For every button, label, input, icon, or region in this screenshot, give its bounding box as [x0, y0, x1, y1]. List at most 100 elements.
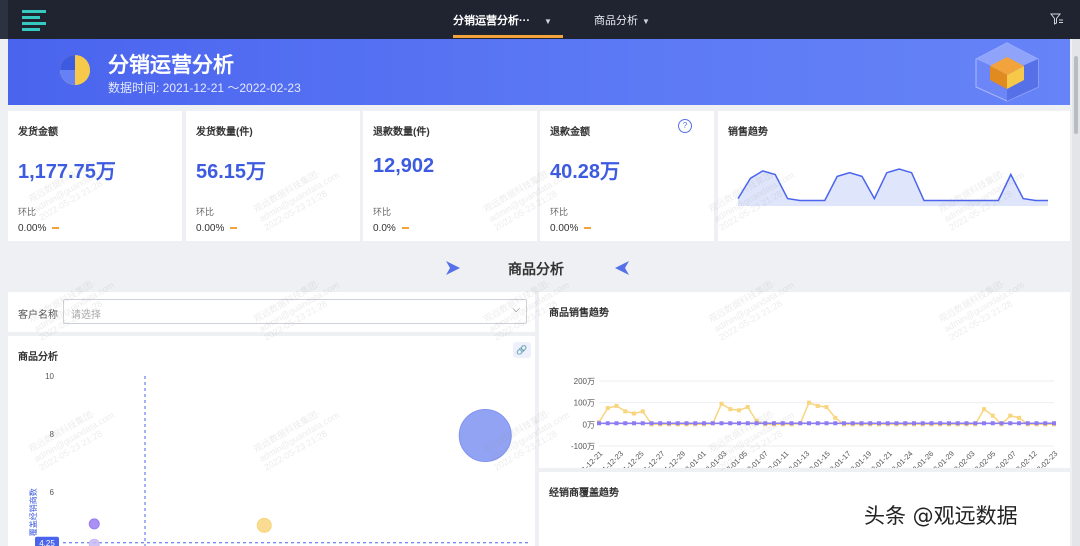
flat-trend-icon: [230, 227, 238, 230]
flat-trend-icon: [584, 227, 592, 230]
data-point: [920, 421, 925, 426]
kpi-ratio: 0.00%: [196, 223, 238, 234]
kpi-ratio-value: 0.00%: [550, 223, 579, 234]
flat-trend-icon: [52, 227, 60, 230]
data-point: [684, 421, 689, 426]
select-placeholder: 请选择: [71, 310, 101, 321]
data-point: [1052, 421, 1056, 426]
product-sales-line-chart[interactable]: 200万100万0万-100万2021-12-212021-12-232021-…: [539, 292, 1070, 468]
kpi-label: 发货数量(件): [196, 127, 253, 138]
data-point: [990, 421, 995, 426]
scrollbar-thumb[interactable]: [1074, 56, 1078, 134]
data-point: [614, 403, 619, 408]
kpi-ratio: 0.0%: [373, 223, 409, 234]
data-point: [649, 421, 654, 426]
data-point: [745, 405, 750, 409]
kpi-ratio-label: 环比: [373, 207, 392, 217]
tab-product-analysis[interactable]: 商品分析 ▼: [594, 12, 650, 28]
sales-trend-sparkline[interactable]: [718, 111, 1070, 241]
help-icon[interactable]: ?: [678, 119, 692, 133]
data-time-range: 数据时间: 2021-12-21 ～2022-02-23: [108, 81, 301, 95]
arrow-right-icon: [446, 261, 460, 275]
data-point: [702, 421, 706, 426]
data-point: [982, 421, 986, 426]
kpi-card-refund-quantity: 退款数量(件) 12,902 环比 0.0%: [363, 111, 537, 241]
menu-logo-icon[interactable]: [20, 7, 50, 33]
data-point: [737, 421, 741, 426]
scatter-point: [256, 517, 272, 533]
y-axis-label: 覆盖经销商数: [28, 488, 38, 536]
scatter-point: [88, 538, 100, 546]
kpi-label: 退款金额: [550, 127, 590, 138]
customer-select[interactable]: 请选择 ⌵: [63, 299, 527, 324]
data-point: [640, 409, 645, 414]
sparkline-area: [738, 169, 1048, 206]
data-point: [850, 421, 855, 426]
data-point: [632, 421, 636, 426]
data-point: [597, 421, 601, 426]
data-point: [1008, 421, 1013, 426]
kpi-value: 1,177.75万: [18, 161, 116, 183]
kpi-value: 40.28万: [550, 161, 621, 183]
data-point: [658, 421, 663, 426]
chevron-down-icon: ▼: [544, 17, 552, 26]
data-point: [999, 421, 1004, 426]
kpi-ratio-label: 环比: [196, 207, 215, 217]
kpi-ratio-label: 环比: [550, 207, 569, 217]
kpi-ratio-value: 0.00%: [18, 223, 47, 234]
data-point: [982, 407, 986, 412]
data-point: [947, 421, 951, 426]
data-point: [807, 421, 811, 426]
data-point: [955, 421, 960, 426]
kpi-label: 退款数量(件): [373, 127, 430, 138]
kpi-ratio: 0.00%: [550, 223, 592, 234]
flat-trend-icon: [401, 227, 409, 230]
filter-icon[interactable]: [1050, 12, 1064, 26]
top-nav-bar: 分销运营分析··· ▼ 商品分析 ▼: [0, 0, 1080, 39]
product-scatter-chart[interactable]: 10 8 6 覆盖经销商数4.25: [8, 336, 535, 546]
kpi-value: 56.15万: [196, 161, 267, 183]
data-point: [815, 421, 820, 426]
data-point: [737, 408, 741, 413]
cube-illustration-icon: [975, 42, 1039, 102]
product-sales-trend-card: 商品销售趋势 200万 100万 0万 -100万 2021-12-21 2021-12-…: [539, 292, 1070, 468]
data-point: [824, 421, 829, 426]
data-point: [772, 421, 776, 426]
data-point: [938, 421, 943, 426]
data-point: [894, 421, 899, 426]
data-point: [815, 403, 820, 408]
data-point: [605, 421, 610, 426]
data-point: [798, 421, 803, 426]
data-point: [754, 421, 759, 426]
active-tab-indicator: [453, 35, 563, 38]
kpi-ratio-value: 0.0%: [373, 223, 396, 234]
chevron-down-icon: ⌵: [512, 304, 520, 315]
data-point: [1025, 421, 1030, 426]
kpi-card-refund-amount: 退款金额 ? 40.28万 环比 0.00%: [540, 111, 714, 241]
data-point: [710, 421, 715, 426]
kpi-label: 发货金额: [18, 127, 58, 138]
kpi-ratio-label: 环比: [18, 207, 37, 217]
tab-distribution-analysis[interactable]: 分销运营分析··· ▼: [453, 12, 552, 28]
data-point: [623, 421, 628, 426]
scatter-point: [88, 518, 100, 530]
x-tick-label: 2021-12-21: [571, 449, 604, 468]
data-point: [1034, 421, 1039, 426]
kpi-card-shipment-amount: 发货金额 1,177.75万 环比 0.00%: [8, 111, 182, 241]
data-point: [605, 406, 610, 411]
dashboard-banner: 分销运营分析 数据时间: 2021-12-21 ～2022-02-23: [8, 39, 1070, 105]
tab-label: 商品分析: [594, 15, 638, 27]
section-header: 商品分析: [444, 257, 634, 281]
data-point: [929, 421, 934, 426]
data-point: [693, 421, 698, 426]
data-point: [833, 415, 838, 420]
y-tick-label: 8: [50, 430, 55, 439]
y-tick-label: 0万: [583, 420, 595, 429]
dashboard-content: 分销运营分析 数据时间: 2021-12-21 ～2022-02-23 发货金额…: [8, 39, 1070, 546]
data-point: [780, 421, 785, 426]
y-tick-label: 6: [50, 488, 55, 497]
data-point: [903, 421, 908, 426]
data-point: [1043, 421, 1048, 426]
kpi-value: 12,902: [373, 155, 435, 177]
kpi-ratio-value: 0.00%: [196, 223, 225, 234]
